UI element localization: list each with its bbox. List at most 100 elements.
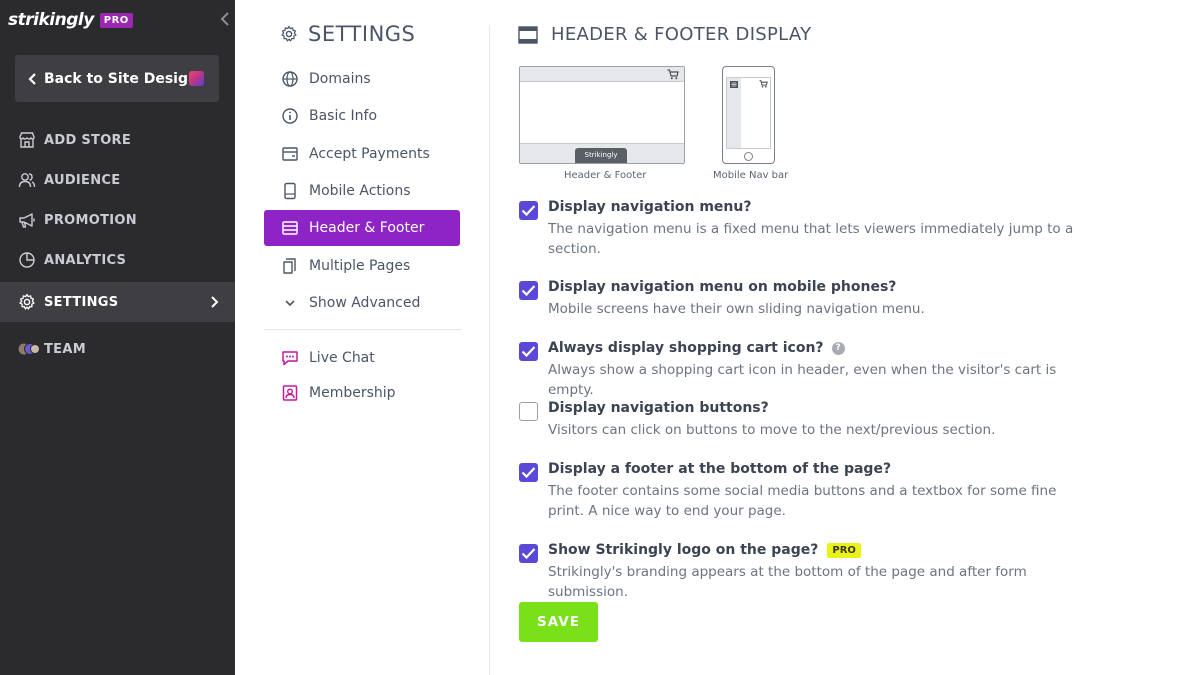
settings-item-multiple-pages[interactable]: Multiple Pages — [264, 248, 460, 284]
settings-nav-divider — [264, 329, 461, 330]
column-divider — [489, 25, 490, 675]
cart-icon — [759, 80, 768, 88]
team-avatars-icon — [18, 342, 40, 356]
desktop-preview-caption: Header & Footer — [564, 170, 647, 181]
option-description: Strikingly's branding appears at the bot… — [548, 564, 1027, 600]
sidebar-item-team[interactable]: TEAM — [0, 329, 235, 369]
preview-footer-bar: Strikingly — [520, 143, 684, 163]
panel-heading: HEADER & FOOTER DISPLAY — [518, 24, 811, 45]
pie-chart-icon — [19, 252, 35, 268]
settings-heading: SETTINGS — [280, 22, 415, 46]
sidebar-item-label: ANALYTICS — [44, 252, 127, 268]
check-icon — [521, 285, 536, 297]
sidebar-item-label: ADD STORE — [44, 132, 132, 148]
checkbox[interactable] — [519, 463, 538, 482]
gear-icon — [19, 293, 35, 310]
sidebar-item-settings[interactable]: SETTINGS — [0, 282, 235, 322]
membership-icon — [282, 385, 298, 401]
gear-icon — [281, 25, 297, 42]
megaphone-icon — [19, 213, 35, 228]
check-icon — [521, 205, 536, 217]
show-advanced-toggle[interactable]: Show Advanced — [264, 285, 460, 321]
settings-item-basic-info[interactable]: Basic Info — [264, 98, 460, 134]
collapse-sidebar-button[interactable] — [218, 10, 232, 28]
sidebar-item-label: AUDIENCE — [44, 172, 121, 188]
cart-icon — [667, 69, 679, 80]
option-title-row: Show Strikingly logo on the page? PRO — [548, 542, 861, 558]
mobile-preview — [722, 66, 775, 164]
sidebar-item-audience[interactable]: AUDIENCE — [0, 160, 235, 200]
home-button-icon — [744, 152, 753, 161]
mobile-preview-screen — [726, 77, 771, 149]
menu-icon — [730, 81, 738, 88]
save-button[interactable]: SAVE — [519, 602, 598, 642]
option-description: Visitors can click on buttons to move to… — [548, 422, 996, 438]
site-thumbnail-icon — [189, 71, 204, 86]
strikingly-logo[interactable]: strikingly — [8, 10, 94, 30]
option-description: The footer contains some social media bu… — [548, 483, 1057, 519]
checkbox[interactable] — [519, 544, 538, 563]
header-footer-icon — [282, 221, 298, 235]
settings-item-label: Accept Payments — [309, 146, 430, 162]
checkbox[interactable] — [519, 201, 538, 220]
settings-item-label: Membership — [309, 385, 396, 401]
sidebar-item-label: TEAM — [44, 341, 86, 357]
checkbox[interactable] — [519, 402, 538, 421]
option-description: Mobile screens have their own sliding na… — [548, 301, 925, 317]
settings-title: SETTINGS — [308, 22, 416, 46]
settings-item-label: Header & Footer — [309, 220, 425, 236]
settings-item-live-chat[interactable]: Live Chat — [264, 340, 460, 376]
chevron-left-icon — [220, 12, 229, 26]
editor-sidebar: strikingly PRO Back to Site Design ADD S… — [0, 0, 235, 675]
check-icon — [521, 548, 536, 560]
header-footer-icon — [518, 25, 538, 44]
settings-item-membership[interactable]: Membership — [264, 375, 460, 411]
sidebar-item-add-store[interactable]: ADD STORE — [0, 120, 235, 160]
sidebar-item-label: SETTINGS — [44, 294, 119, 310]
phone-icon — [284, 182, 296, 200]
option-title: Display navigation menu? — [548, 199, 752, 215]
chevron-left-icon — [28, 72, 36, 85]
settings-item-accept-payments[interactable]: Accept Payments — [264, 136, 460, 172]
option-title: Display a footer at the bottom of the pa… — [548, 461, 892, 477]
wallet-icon — [282, 147, 298, 161]
settings-item-label: Basic Info — [309, 108, 378, 124]
settings-item-domains[interactable]: Domains — [264, 61, 460, 97]
settings-nav: SETTINGS Domains Basic Info Accept Payme… — [264, 0, 464, 675]
desktop-preview: Strikingly — [519, 66, 685, 164]
sidebar-item-analytics[interactable]: ANALYTICS — [0, 240, 235, 280]
preview-header-bar — [520, 67, 684, 82]
settings-item-header-footer[interactable]: Header & Footer — [264, 210, 460, 246]
option-title-row: Always display shopping cart icon? ? — [548, 340, 845, 356]
mobile-preview-caption: Mobile Nav bar — [713, 170, 789, 181]
store-icon — [19, 132, 35, 148]
settings-item-label: Multiple Pages — [309, 258, 411, 274]
sidebar-item-promotion[interactable]: PROMOTION — [0, 200, 235, 240]
brand: strikingly PRO — [8, 6, 133, 34]
help-icon[interactable]: ? — [831, 341, 845, 355]
check-icon — [521, 467, 536, 479]
chevron-right-icon — [211, 296, 219, 308]
back-to-site-design-button[interactable]: Back to Site Design — [15, 55, 219, 102]
mobile-nav-bar — [727, 78, 741, 148]
pages-icon — [283, 258, 296, 274]
option-title: Display navigation buttons? — [548, 400, 769, 416]
pro-plan-badge: PRO — [99, 12, 133, 28]
panel-title: HEADER & FOOTER DISPLAY — [551, 24, 812, 45]
users-icon — [18, 173, 36, 188]
option-title: Show Strikingly logo on the page? — [548, 542, 819, 558]
chat-icon — [282, 351, 298, 366]
settings-item-label: Mobile Actions — [309, 183, 411, 199]
checkbox[interactable] — [519, 342, 538, 361]
option-title: Always display shopping cart icon? — [548, 340, 824, 356]
header-footer-panel: HEADER & FOOTER DISPLAY Strikingly Heade… — [518, 0, 1200, 675]
settings-item-mobile-actions[interactable]: Mobile Actions — [264, 173, 460, 209]
option-description: Always show a shopping cart icon in head… — [548, 362, 1057, 398]
settings-item-label: Live Chat — [309, 350, 375, 366]
info-icon — [282, 108, 298, 124]
settings-item-label: Show Advanced — [309, 295, 421, 311]
globe-icon — [282, 71, 298, 87]
checkbox[interactable] — [519, 281, 538, 300]
chevron-down-icon — [285, 300, 295, 307]
preview-branding-tag: Strikingly — [575, 148, 627, 163]
